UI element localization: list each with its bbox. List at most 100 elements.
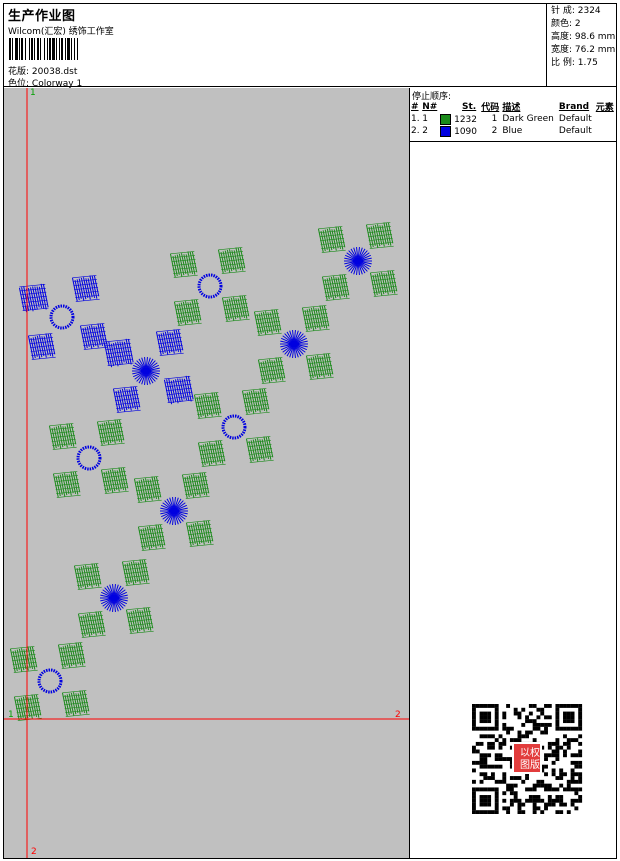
stitch-block xyxy=(253,309,282,336)
stitch-block xyxy=(301,305,330,332)
stitch-block xyxy=(169,251,198,278)
table-row[interactable]: 1. 1 1232 1 Dark Green Default xyxy=(410,113,616,125)
stitch-block xyxy=(121,559,150,586)
col-n: N# xyxy=(422,101,438,112)
row-desc: Blue xyxy=(502,126,523,136)
guide-label-left: 1 xyxy=(8,710,14,720)
stitch-block xyxy=(112,386,141,413)
stitch-value: 1090 xyxy=(454,126,478,137)
stitch-block xyxy=(57,642,86,669)
stamp-char-3: 权 xyxy=(530,746,540,759)
page-title: 生产作业图 xyxy=(8,9,76,24)
stitch-count: 针 成: 2324 xyxy=(551,6,601,16)
stats-panel: 针 成: 2324 颜色: 2 高度: 98.6 mm 宽度: 76.2 mm … xyxy=(546,3,617,87)
stitch-block xyxy=(193,392,222,419)
stitch-block xyxy=(369,270,398,297)
stitch-block xyxy=(173,299,202,326)
row-stitches: 1232 xyxy=(439,113,480,125)
stitch-block xyxy=(103,338,134,368)
row-desc: Dark Green xyxy=(502,114,554,124)
burst-center xyxy=(132,357,160,385)
stitch-block xyxy=(61,690,90,717)
stitch-block xyxy=(221,295,250,322)
col-element: 元素 xyxy=(595,103,614,113)
ring-center xyxy=(49,304,75,330)
stamp-char-1: 以 xyxy=(520,748,530,759)
stitch-block xyxy=(305,353,334,380)
col-brand: Brand xyxy=(558,101,590,112)
row-stitches: 1090 xyxy=(439,125,480,137)
stitch-block xyxy=(365,222,394,249)
stitch-block xyxy=(18,283,49,313)
stitch-block xyxy=(257,357,286,384)
stitch-block xyxy=(9,646,38,673)
color-count: 颜色: 2 xyxy=(551,19,581,29)
stitch-block xyxy=(125,607,154,634)
barcode xyxy=(9,38,78,60)
ring-center xyxy=(76,445,102,471)
company-name: Wilcom(汇宏) 绣饰工作室 xyxy=(8,27,114,37)
stitch-block xyxy=(48,423,77,450)
stitch-block xyxy=(245,436,274,463)
embroidery-preview xyxy=(4,88,409,858)
design-scale: 比 例: 1.75 xyxy=(551,58,598,68)
stop-sequence-table: # N# St. 代码 描述 Brand 元素 1. 1 1232 1 Dark… xyxy=(410,100,616,137)
stitch-block xyxy=(100,467,129,494)
stamp-char-4: 版 xyxy=(530,758,540,771)
row-code: 2 xyxy=(491,126,498,136)
burst-center xyxy=(160,497,188,525)
design-width: 宽度: 76.2 mm xyxy=(551,45,616,55)
burst-center xyxy=(100,584,128,612)
ring-center xyxy=(37,668,63,694)
col-stitches: St. xyxy=(462,101,477,112)
table-header-row: # N# St. 代码 描述 Brand 元素 xyxy=(410,100,616,114)
row-element xyxy=(595,125,616,137)
row-brand: Default xyxy=(558,114,592,124)
row-n: 1 xyxy=(422,114,428,124)
col-index: # xyxy=(411,101,419,112)
ring-center xyxy=(197,273,223,299)
design-canvas[interactable]: 1 1 2 2 xyxy=(4,88,410,858)
stitch-block xyxy=(317,226,346,253)
qr-code: 以 图 权 版 xyxy=(470,704,584,814)
stitch-block xyxy=(185,520,214,547)
ring-center xyxy=(221,414,247,440)
color-swatch xyxy=(440,125,452,137)
stitch-value: 1232 xyxy=(454,114,478,125)
row-n: 2 xyxy=(422,126,428,136)
row-brand: Default xyxy=(558,126,592,136)
stitch-block xyxy=(73,563,102,590)
row-element xyxy=(595,113,616,125)
row-index: 1. xyxy=(411,114,420,124)
burst-center xyxy=(280,330,308,358)
stitch-block xyxy=(163,375,194,405)
guide-label-right: 2 xyxy=(395,710,401,720)
stitch-block xyxy=(217,247,246,274)
guide-label-top: 1 xyxy=(30,88,36,98)
row-code: 1 xyxy=(491,114,498,124)
stitch-block xyxy=(77,611,106,638)
stitch-block xyxy=(241,388,270,415)
color-swatch xyxy=(440,113,452,125)
stamp-char-2: 图 xyxy=(520,759,530,771)
stitch-block xyxy=(13,694,42,721)
burst-center xyxy=(344,247,372,275)
header: 生产作业图 Wilcom(汇宏) 绣饰工作室 花版: 20038.dst 色位:… xyxy=(3,3,617,89)
stitch-block xyxy=(321,274,350,301)
stitch-block xyxy=(137,524,166,551)
stitch-block xyxy=(79,323,108,350)
row-index: 2. xyxy=(411,126,420,136)
stitch-block xyxy=(155,329,184,356)
stitch-block xyxy=(52,471,81,498)
stitch-block xyxy=(197,440,226,467)
divider xyxy=(410,141,616,142)
stitch-block xyxy=(133,476,162,503)
col-desc: 描述 xyxy=(502,103,521,113)
stitch-block xyxy=(27,333,56,360)
col-code: 代码 xyxy=(481,103,500,113)
guide-label-bottom: 2 xyxy=(31,847,37,857)
design-height: 高度: 98.6 mm xyxy=(551,32,616,42)
stitch-block xyxy=(96,419,125,446)
table-row[interactable]: 2. 2 1090 2 Blue Default xyxy=(410,125,616,137)
stitch-block xyxy=(71,275,100,302)
